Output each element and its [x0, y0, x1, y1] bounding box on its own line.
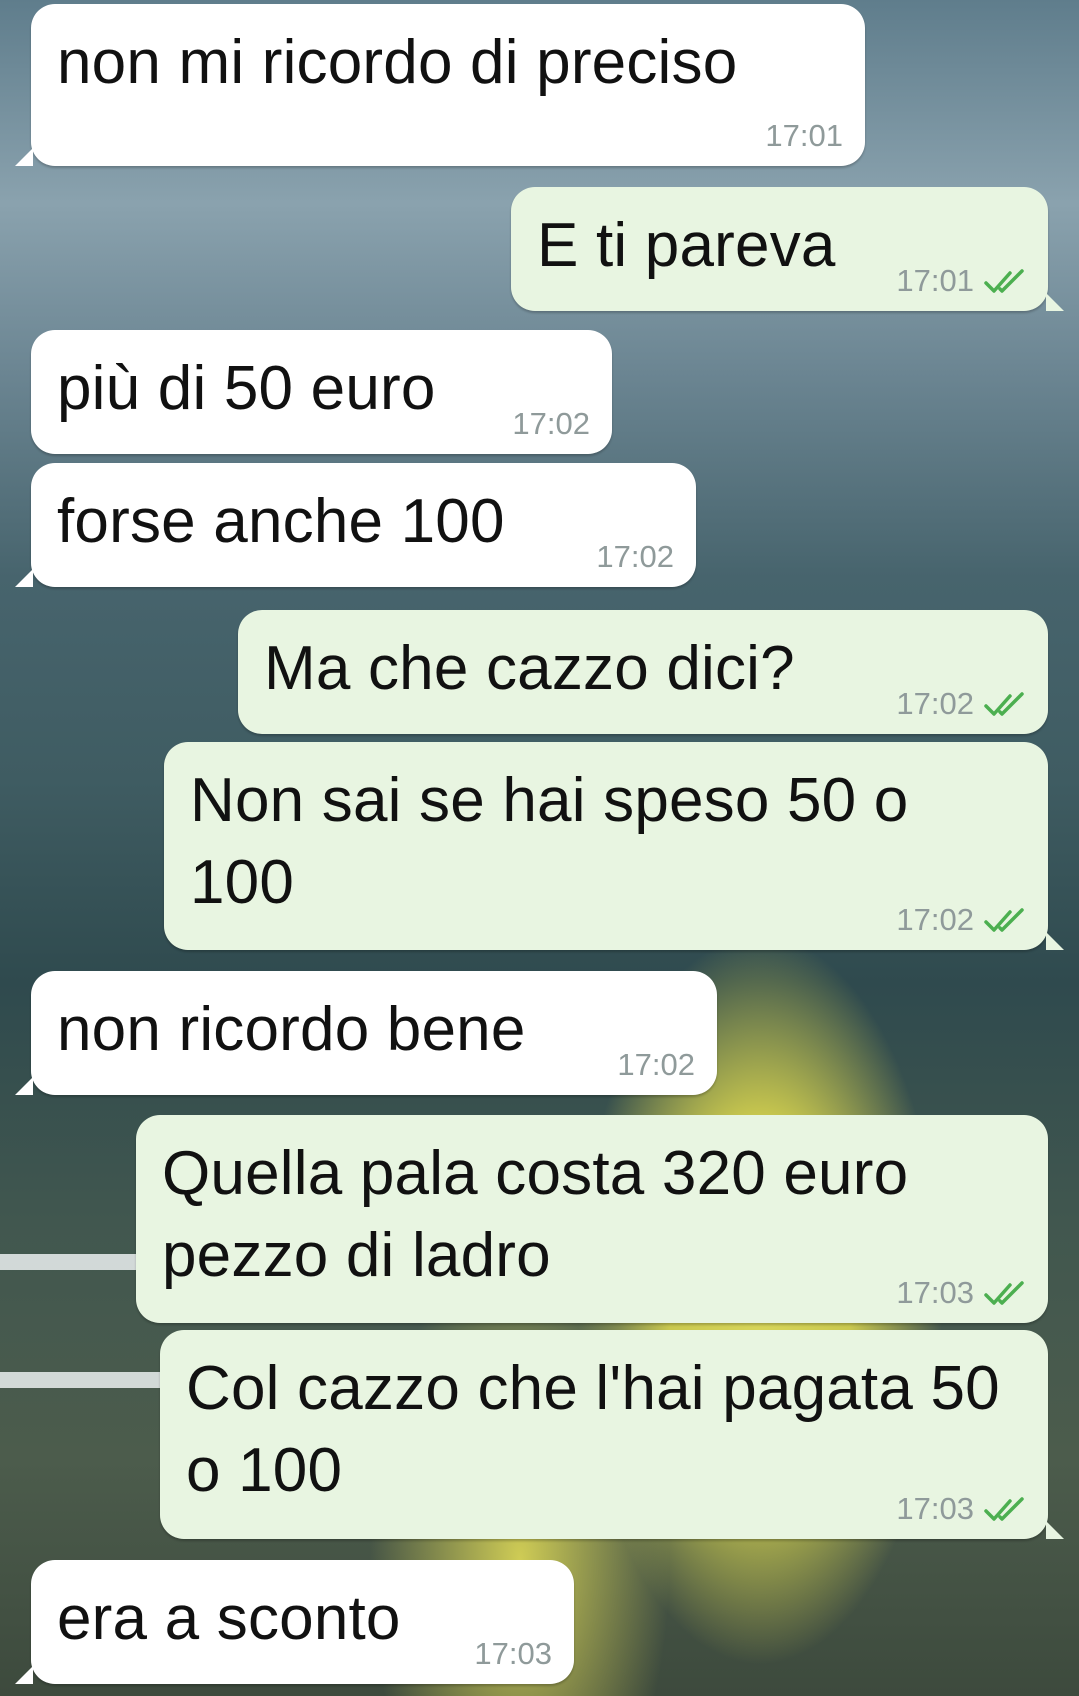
- message-timestamp: 17:02: [617, 1047, 695, 1082]
- message-text: Col cazzo che l'hai pagata 50 o 100: [186, 1354, 1000, 1505]
- double-check-icon: [984, 1281, 1024, 1305]
- outgoing-message[interactable]: Non sai se hai speso 50 o 100 17:02: [164, 742, 1064, 950]
- message-timestamp: 17:03: [474, 1636, 552, 1671]
- message-meta: 17:02: [896, 902, 1026, 938]
- message-timestamp: 17:02: [512, 406, 590, 441]
- double-check-icon: [984, 1497, 1024, 1521]
- message-meta: 17:02: [596, 539, 674, 575]
- double-check-icon: [984, 908, 1024, 932]
- message-text: forse anche 100: [57, 487, 505, 556]
- chat-conversation[interactable]: non mi ricordo di preciso 17:01 E ti par…: [0, 0, 1079, 1696]
- outgoing-message[interactable]: Ma che cazzo dici? 17:02: [238, 610, 1048, 734]
- message-text: Quella pala costa 320 euro pezzo di ladr…: [162, 1139, 909, 1290]
- message-timestamp: 17:02: [896, 686, 974, 721]
- incoming-message[interactable]: era a sconto 17:03: [15, 1560, 574, 1684]
- incoming-message[interactable]: non mi ricordo di preciso 17:01: [15, 4, 865, 166]
- message-timestamp: 17:01: [765, 118, 843, 153]
- incoming-message[interactable]: non ricordo bene 17:02: [15, 971, 717, 1095]
- message-timestamp: 17:02: [596, 539, 674, 574]
- message-meta: 17:03: [474, 1636, 552, 1672]
- message-text: Non sai se hai speso 50 o 100: [190, 766, 909, 917]
- incoming-message[interactable]: più di 50 euro 17:02: [31, 330, 612, 454]
- message-text: non mi ricordo di preciso: [57, 28, 738, 97]
- message-meta: 17:02: [617, 1047, 695, 1083]
- message-meta: 17:03: [896, 1491, 1026, 1527]
- message-text: non ricordo bene: [57, 995, 526, 1064]
- message-meta: 17:02: [896, 686, 1026, 722]
- message-timestamp: 17:01: [896, 263, 974, 298]
- message-timestamp: 17:02: [896, 902, 974, 937]
- message-meta: 17:01: [765, 118, 843, 154]
- outgoing-message[interactable]: E ti pareva 17:01: [511, 187, 1064, 311]
- outgoing-message[interactable]: Quella pala costa 320 euro pezzo di ladr…: [136, 1115, 1048, 1323]
- double-check-icon: [984, 692, 1024, 716]
- incoming-message[interactable]: forse anche 100 17:02: [15, 463, 696, 587]
- message-text: più di 50 euro: [57, 354, 436, 423]
- message-timestamp: 17:03: [896, 1491, 974, 1526]
- outgoing-message[interactable]: Col cazzo che l'hai pagata 50 o 100 17:0…: [160, 1330, 1064, 1539]
- message-meta: 17:02: [512, 406, 590, 442]
- message-meta: 17:03: [896, 1275, 1026, 1311]
- message-timestamp: 17:03: [896, 1275, 974, 1310]
- message-meta: 17:01: [896, 263, 1026, 299]
- double-check-icon: [984, 269, 1024, 293]
